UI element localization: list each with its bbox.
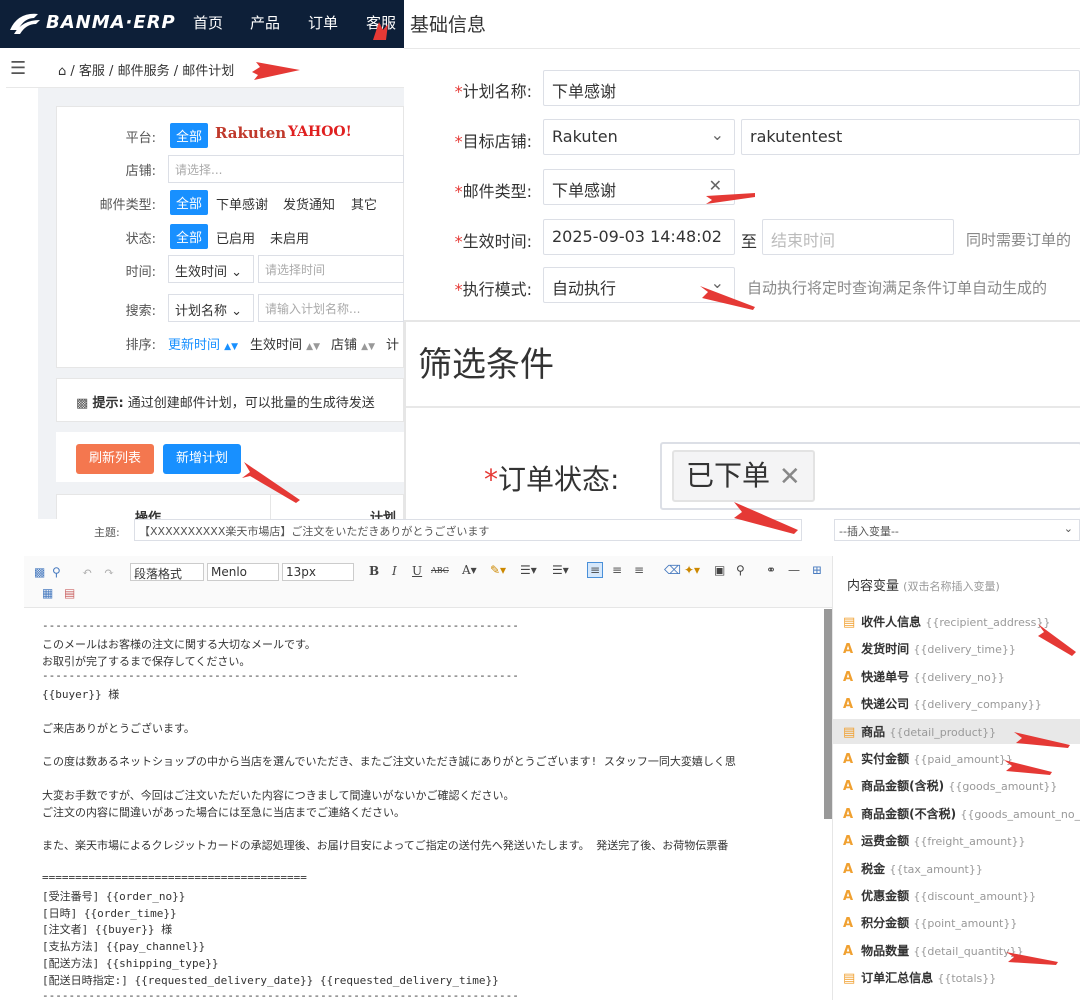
annotation-arrows: [242, 22, 1076, 965]
annotation-arrow: [252, 62, 300, 80]
annotation-arrow: [1038, 624, 1076, 656]
annotation-arrow: [373, 22, 388, 40]
annotation-arrow: [706, 193, 755, 204]
annotation-arrow: [1006, 952, 1058, 965]
annotation-arrow: [734, 502, 798, 534]
annotation-arrow: [242, 462, 300, 503]
annotation-arrow: [1014, 732, 1070, 748]
annotation-arrow: [1004, 760, 1052, 775]
annotation-arrow: [700, 286, 755, 310]
